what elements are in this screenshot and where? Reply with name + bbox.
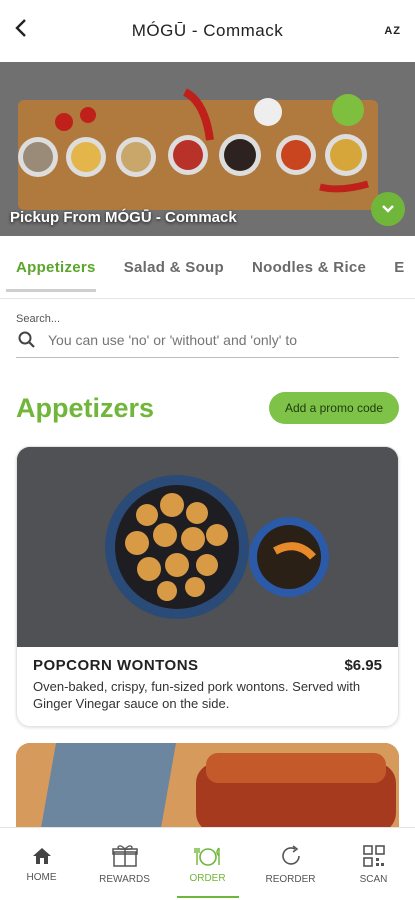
- hero-banner: Pickup From MÓGŪ - Commack: [0, 62, 415, 236]
- nav-order-label: ORDER: [189, 872, 226, 884]
- search-input[interactable]: [46, 331, 380, 349]
- search-label: Search...: [16, 313, 61, 325]
- section-title: Appetizers: [16, 392, 155, 423]
- nav-rewards-label: REWARDS: [99, 873, 150, 885]
- nav-reorder[interactable]: REORDER: [256, 828, 326, 900]
- item-image: [17, 447, 398, 647]
- item-description: Oven-baked, crispy, fun-sized pork wonto…: [33, 679, 361, 711]
- refresh-icon: [281, 844, 300, 865]
- nav-reorder-label: REORDER: [265, 873, 316, 885]
- back-chevron-icon[interactable]: [14, 18, 44, 44]
- nav-rewards[interactable]: REWARDS: [90, 828, 160, 900]
- promo-code-button[interactable]: Add a promo code: [268, 392, 399, 424]
- tab-appetizers[interactable]: Appetizers: [16, 259, 96, 276]
- pickup-label: Pickup From MÓGŪ - Commack: [10, 209, 237, 226]
- tab-next[interactable]: E: [394, 259, 404, 276]
- menu-item-card[interactable]: POPCORN WONTONS $6.95 Oven-baked, crispy…: [16, 446, 399, 727]
- page-title: MÓGŪ - Commack: [131, 21, 284, 40]
- search-icon: [18, 331, 35, 348]
- search-field: [16, 325, 399, 358]
- qr-icon: [362, 844, 385, 867]
- item-name: POPCORN WONTONS: [33, 657, 199, 674]
- search-section: Search...: [0, 299, 415, 358]
- language-button[interactable]: AZ: [371, 25, 401, 37]
- nav-home[interactable]: HOME: [7, 828, 77, 900]
- category-tabs: Appetizers Salad & Soup Noodles & Rice E: [0, 236, 415, 299]
- menu-item-card-next[interactable]: [16, 743, 399, 833]
- item-price: $6.95: [344, 657, 382, 674]
- home-icon: [32, 847, 51, 864]
- nav-home-label: HOME: [26, 871, 57, 883]
- tab-salad-soup[interactable]: Salad & Soup: [124, 259, 224, 276]
- section-header: Appetizers Add a promo code: [0, 358, 415, 424]
- location-toggle-button[interactable]: [371, 192, 405, 226]
- nav-scan[interactable]: SCAN: [339, 828, 409, 900]
- dining-icon: [193, 847, 220, 866]
- tab-noodles-rice[interactable]: Noodles & Rice: [252, 259, 366, 276]
- gift-icon: [111, 844, 138, 867]
- nav-order[interactable]: ORDER: [173, 828, 243, 900]
- bottom-navigation: HOME REWARDS ORDER REORDER SCAN: [0, 827, 415, 900]
- item-details: POPCORN WONTONS $6.95 Oven-baked, crispy…: [17, 647, 398, 726]
- nav-scan-label: SCAN: [359, 873, 388, 885]
- chevron-down-icon: [382, 205, 394, 213]
- top-bar: MÓGŪ - Commack AZ: [0, 0, 415, 62]
- tab-indicator: [6, 289, 96, 292]
- item-image: [16, 743, 399, 833]
